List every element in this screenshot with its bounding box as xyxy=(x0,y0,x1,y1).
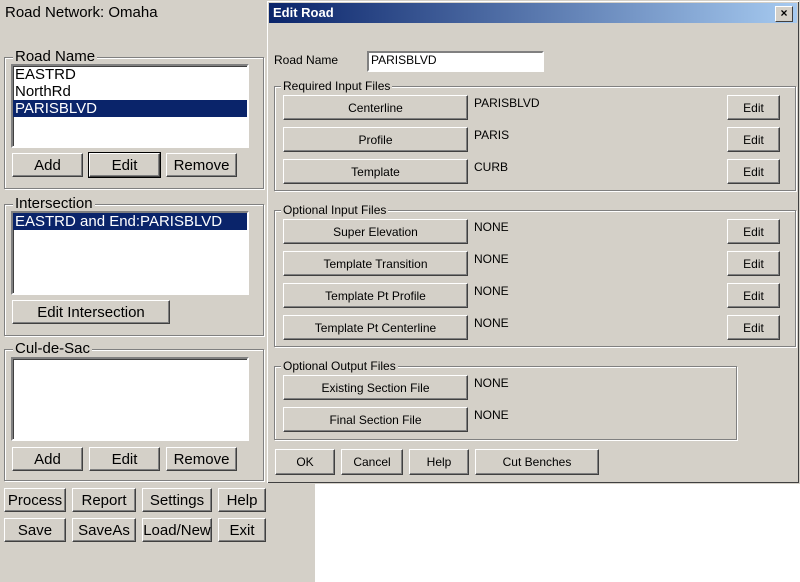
template-pt-profile-value: NONE xyxy=(474,284,509,298)
template-pt-profile-edit-button[interactable]: Edit xyxy=(727,283,780,308)
save-button[interactable]: Save xyxy=(4,518,66,542)
list-item[interactable]: PARISBLVD xyxy=(13,100,247,117)
edit-road-dialog: Edit Road × Road Name PARISBLVD Required… xyxy=(266,0,800,484)
template-pt-centerline-edit-button[interactable]: Edit xyxy=(727,315,780,340)
load-new-button[interactable]: Load/New xyxy=(142,518,212,542)
profile-value: PARIS xyxy=(474,128,510,142)
road-add-button[interactable]: Add xyxy=(12,153,83,177)
culdesac-add-button[interactable]: Add xyxy=(12,447,83,471)
super-elevation-edit-button[interactable]: Edit xyxy=(727,219,780,244)
culdesac-group-label: Cul-de-Sac xyxy=(13,340,93,357)
close-icon[interactable]: × xyxy=(775,6,793,22)
window-title: Road Network: Omaha xyxy=(5,4,158,21)
exit-button[interactable]: Exit xyxy=(218,518,266,542)
saveas-button[interactable]: SaveAs xyxy=(72,518,136,542)
culdesac-remove-button[interactable]: Remove xyxy=(166,447,237,471)
intersection-list[interactable]: EASTRD and End:PARISBLVD xyxy=(11,211,249,295)
list-item[interactable]: EASTRD and End:PARISBLVD xyxy=(13,213,247,230)
road-network-panel: Road Network: Omaha Road Name EASTRD Nor… xyxy=(0,0,268,582)
report-button[interactable]: Report xyxy=(72,488,136,512)
road-name-list[interactable]: EASTRD NorthRd PARISBLVD xyxy=(11,64,249,148)
road-name-group-label: Road Name xyxy=(13,48,98,65)
main-window: Road Network: Omaha Road Name EASTRD Nor… xyxy=(0,0,800,582)
template-button[interactable]: Template xyxy=(283,159,468,184)
centerline-button[interactable]: Centerline xyxy=(283,95,468,120)
template-transition-value: NONE xyxy=(474,252,509,266)
template-transition-edit-button[interactable]: Edit xyxy=(727,251,780,276)
template-value: CURB xyxy=(474,160,509,174)
template-transition-button[interactable]: Template Transition xyxy=(283,251,468,276)
template-pt-centerline-value: NONE xyxy=(474,316,509,330)
dialog-title: Edit Road xyxy=(273,5,334,20)
centerline-value: PARISBLVD xyxy=(474,96,540,110)
super-elevation-button[interactable]: Super Elevation xyxy=(283,219,468,244)
edit-intersection-button[interactable]: Edit Intersection xyxy=(12,300,170,324)
optional-output-label: Optional Output Files xyxy=(281,359,398,373)
background-panel xyxy=(268,482,315,582)
list-item[interactable]: NorthRd xyxy=(13,83,247,100)
list-item[interactable]: EASTRD xyxy=(13,66,247,83)
final-section-file-button[interactable]: Final Section File xyxy=(283,407,468,432)
road-name-label: Road Name xyxy=(274,53,339,67)
process-button[interactable]: Process xyxy=(4,488,66,512)
culdesac-edit-button[interactable]: Edit xyxy=(89,447,160,471)
help-button[interactable]: Help xyxy=(218,488,266,512)
cut-benches-button[interactable]: Cut Benches xyxy=(475,449,599,475)
road-remove-button[interactable]: Remove xyxy=(166,153,237,177)
final-section-file-value: NONE xyxy=(474,408,509,422)
help-button[interactable]: Help xyxy=(409,449,469,475)
road-name-field[interactable]: PARISBLVD xyxy=(367,51,544,72)
template-pt-profile-button[interactable]: Template Pt Profile xyxy=(283,283,468,308)
template-pt-centerline-button[interactable]: Template Pt Centerline xyxy=(283,315,468,340)
template-edit-button[interactable]: Edit xyxy=(727,159,780,184)
required-input-label: Required Input Files xyxy=(281,79,393,93)
road-edit-button[interactable]: Edit xyxy=(88,152,161,178)
culdesac-list[interactable] xyxy=(11,357,249,441)
intersection-group-label: Intersection xyxy=(13,195,95,212)
ok-button[interactable]: OK xyxy=(275,449,335,475)
profile-edit-button[interactable]: Edit xyxy=(727,127,780,152)
cancel-button[interactable]: Cancel xyxy=(341,449,403,475)
dialog-titlebar[interactable]: Edit Road × xyxy=(269,3,797,23)
profile-button[interactable]: Profile xyxy=(283,127,468,152)
super-elevation-value: NONE xyxy=(474,220,509,234)
centerline-edit-button[interactable]: Edit xyxy=(727,95,780,120)
optional-input-label: Optional Input Files xyxy=(281,203,389,217)
settings-button[interactable]: Settings xyxy=(142,488,212,512)
empty-area xyxy=(315,482,800,582)
existing-section-file-button[interactable]: Existing Section File xyxy=(283,375,468,400)
existing-section-file-value: NONE xyxy=(474,376,509,390)
